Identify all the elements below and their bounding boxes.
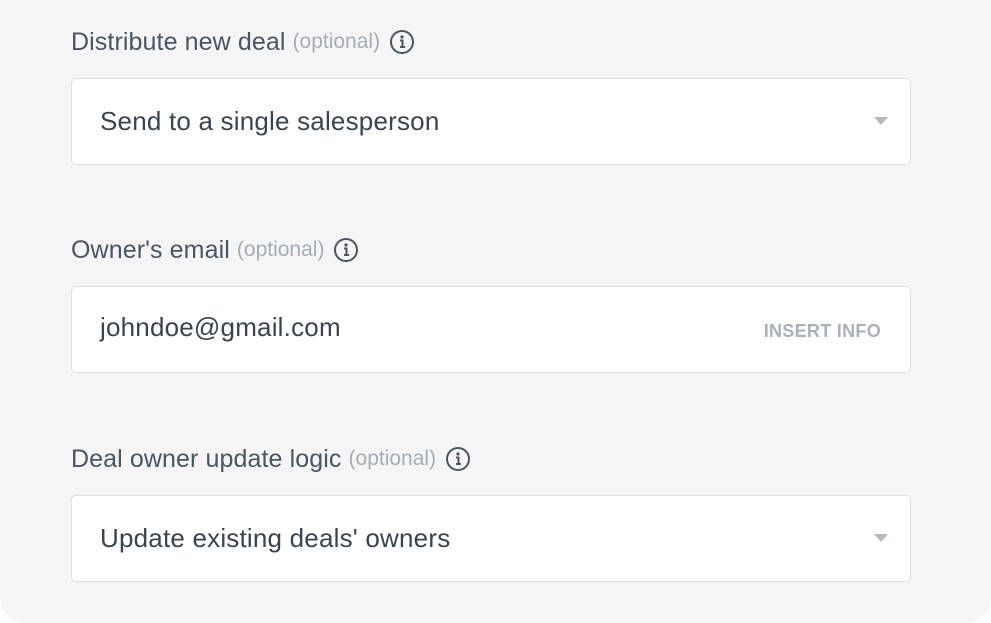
input-value[interactable]: johndoe@gmail.com (100, 312, 341, 343)
info-icon[interactable] (445, 446, 471, 472)
field-label-row: Deal owner update logic (optional) (71, 444, 911, 474)
field-label-row: Owner's email (optional) (71, 235, 911, 265)
optional-tag: (optional) (348, 447, 437, 470)
chevron-down-icon[interactable] (874, 534, 888, 542)
info-icon[interactable] (389, 29, 415, 55)
field-label: Distribute new deal (71, 27, 286, 56)
owners-email-field: Owner's email (optional) johndoe@gmail.c… (71, 235, 911, 373)
selected-value: Send to a single salesperson (100, 106, 440, 136)
selected-value: Update existing deals' owners (100, 523, 451, 553)
owners-email-input[interactable]: johndoe@gmail.com INSERT INFO (71, 286, 911, 373)
field-label: Owner's email (71, 235, 230, 264)
deal-owner-update-logic-field: Deal owner update logic (optional) Updat… (71, 444, 911, 582)
deal-owner-update-select[interactable]: Update existing deals' owners (71, 495, 911, 582)
optional-tag: (optional) (292, 30, 381, 53)
distribute-deal-select[interactable]: Send to a single salesperson (71, 78, 911, 165)
optional-tag: (optional) (236, 238, 325, 261)
insert-info-button[interactable]: INSERT INFO (764, 321, 881, 342)
info-icon[interactable] (333, 237, 359, 263)
distribute-new-deal-field: Distribute new deal (optional) Send to a… (71, 27, 911, 165)
field-label-row: Distribute new deal (optional) (71, 27, 911, 57)
field-label: Deal owner update logic (71, 444, 342, 473)
chevron-down-icon[interactable] (874, 117, 888, 125)
